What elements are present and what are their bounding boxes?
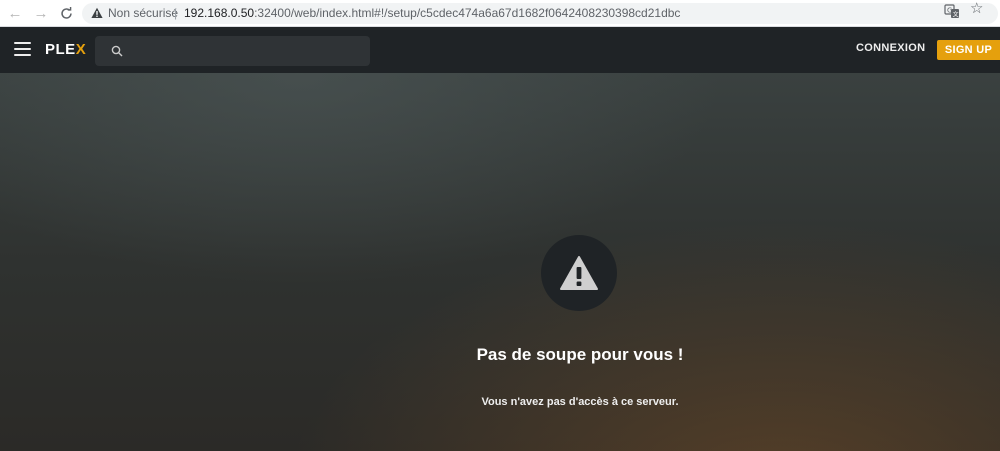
security-status[interactable]: Non sécurisé bbox=[108, 6, 178, 20]
signup-button[interactable]: SIGN UP bbox=[937, 40, 1000, 60]
login-button[interactable]: CONNEXION bbox=[856, 42, 925, 54]
search-input[interactable] bbox=[131, 36, 361, 66]
reload-icon bbox=[60, 6, 72, 19]
error-message: Vous n'avez pas d'accès à ce serveur. bbox=[481, 396, 679, 408]
search-box[interactable] bbox=[95, 36, 370, 66]
plex-logo[interactable]: PLEX bbox=[45, 40, 86, 60]
plex-header: PLEX CONNEXION SIGN UP bbox=[0, 27, 1000, 73]
logo-text: PLE bbox=[45, 41, 76, 58]
svg-text:文: 文 bbox=[953, 11, 959, 19]
url-text[interactable]: 192.168.0.50:32400/web/index.html#!/setu… bbox=[184, 6, 680, 20]
url-path: :32400/web/index.html#!/setup/c5cdec474a… bbox=[254, 6, 681, 20]
alert-circle bbox=[541, 235, 617, 311]
address-bar[interactable]: Non sécurisé | 192.168.0.50:32400/web/in… bbox=[82, 3, 998, 24]
forward-arrow-icon: → bbox=[33, 4, 49, 22]
error-title: Pas de soupe pour vous ! bbox=[476, 345, 684, 364]
search-icon bbox=[111, 45, 123, 57]
warning-icon bbox=[91, 7, 103, 18]
forward-button[interactable]: → bbox=[32, 4, 50, 22]
back-button[interactable]: ← bbox=[6, 4, 24, 22]
warning-triangle-icon bbox=[560, 256, 598, 290]
back-arrow-icon: ← bbox=[7, 4, 23, 22]
main-content: Pas de soupe pour vous ! Vous n'avez pas… bbox=[0, 73, 1000, 451]
translate-icon[interactable]: G 文 bbox=[944, 3, 960, 19]
browser-toolbar: ← → Non sécurisé | 192.168.0.50:32400/we… bbox=[0, 0, 1000, 27]
logo-x: X bbox=[75, 41, 87, 58]
reload-button[interactable] bbox=[57, 4, 75, 22]
hamburger-menu-icon[interactable] bbox=[14, 42, 31, 56]
url-separator: | bbox=[174, 6, 178, 20]
bookmark-star-icon[interactable]: ☆ bbox=[970, 1, 983, 16]
url-host: 192.168.0.50 bbox=[184, 6, 255, 20]
